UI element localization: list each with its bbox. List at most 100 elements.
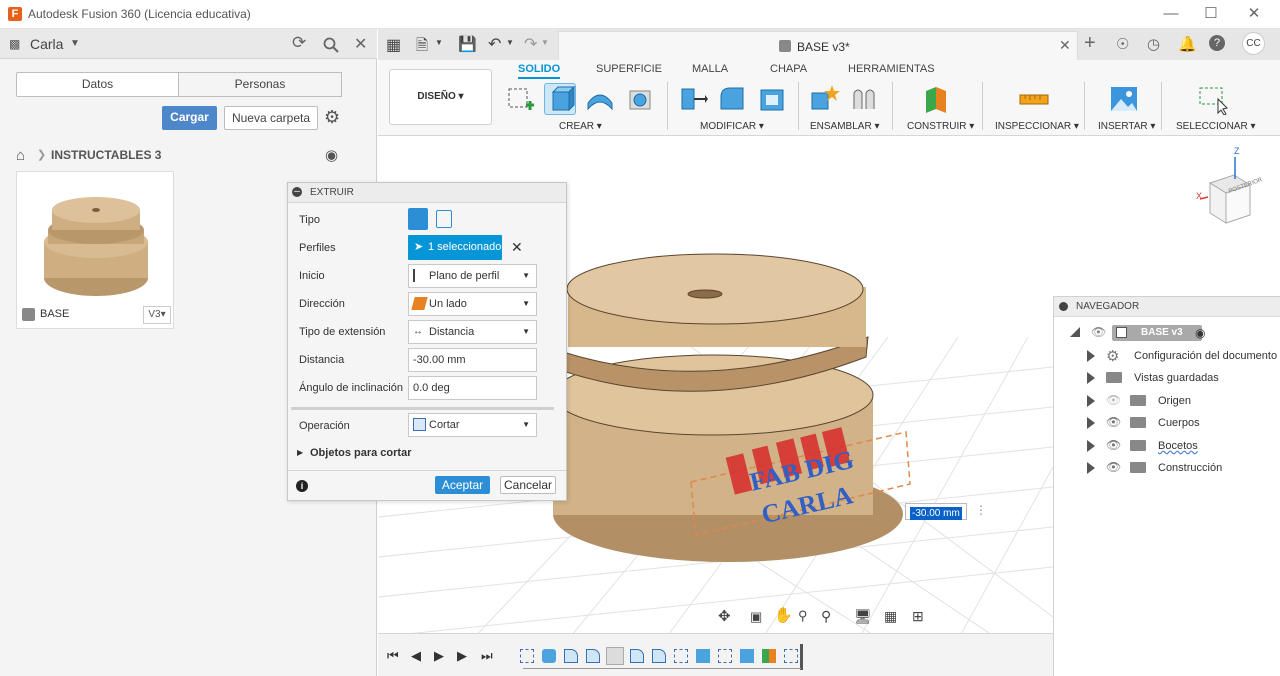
- expand-icon[interactable]: [1070, 327, 1080, 337]
- upload-button[interactable]: Cargar: [162, 106, 217, 130]
- go-to-start-icon[interactable]: ⏮: [387, 648, 399, 664]
- undo-chevron-icon[interactable]: ▼: [506, 38, 514, 47]
- objects-to-cut-toggle[interactable]: Objetos para cortar: [310, 447, 411, 459]
- file-chevron-icon[interactable]: ▼: [435, 38, 443, 47]
- group-construir[interactable]: CONSTRUIR ▾: [907, 121, 974, 132]
- redo-icon[interactable]: ↷: [524, 34, 537, 54]
- play-icon[interactable]: ▶: [434, 648, 444, 664]
- close-tab-icon[interactable]: ✕: [1059, 37, 1071, 54]
- expand-icon[interactable]: [1087, 440, 1095, 452]
- fit-icon[interactable]: ⚲: [821, 608, 831, 625]
- eye-icon[interactable]: 👁: [1106, 460, 1121, 474]
- user-avatar[interactable]: CC: [1242, 32, 1265, 55]
- group-modificar[interactable]: MODIFICAR ▾: [700, 121, 764, 132]
- profiles-selection[interactable]: ➤ 1 seleccionado: [408, 235, 502, 260]
- timeline-features[interactable]: [518, 647, 808, 665]
- timeline-marker[interactable]: [800, 644, 803, 670]
- project-user-name[interactable]: Carla: [30, 36, 63, 52]
- group-ensamblar[interactable]: ENSAMBLAR ▾: [810, 121, 880, 132]
- expand-icon[interactable]: [1087, 462, 1095, 474]
- sketch-feature-icon[interactable]: [784, 649, 798, 663]
- zoom-icon[interactable]: ⚲: [798, 608, 808, 624]
- joint-icon[interactable]: [848, 83, 880, 115]
- tab-datos[interactable]: Datos: [16, 72, 179, 97]
- job-status-icon[interactable]: ◷: [1147, 35, 1160, 53]
- navigator-root[interactable]: 👁 BASE v3 ◉: [1054, 322, 1280, 344]
- fillet-feature-icon[interactable]: [564, 649, 578, 663]
- distance-input-inline[interactable]: -30.00 mm: [905, 503, 967, 520]
- insert-image-icon[interactable]: [1108, 83, 1140, 115]
- new-component-icon[interactable]: [808, 83, 840, 115]
- pan-icon[interactable]: ✋: [774, 606, 793, 624]
- navigator-item[interactable]: 👁 Origen: [1054, 390, 1280, 412]
- design-thumbnail-card[interactable]: BASE V3▾: [16, 171, 174, 329]
- hole-icon[interactable]: [624, 83, 656, 115]
- undo-icon[interactable]: ↶: [488, 34, 501, 54]
- measure-icon[interactable]: [1018, 83, 1050, 115]
- gear-icon[interactable]: ⚙: [324, 107, 340, 128]
- expand-triangle-icon[interactable]: ▶: [297, 448, 303, 457]
- notifications-icon[interactable]: 🔔: [1178, 35, 1197, 53]
- new-folder-button[interactable]: Nueva carpeta: [224, 106, 318, 130]
- collapse-icon[interactable]: –: [292, 187, 302, 197]
- close-window-button[interactable]: ✕: [1234, 2, 1274, 26]
- tab-chapa[interactable]: CHAPA: [770, 63, 807, 75]
- eye-icon[interactable]: 👁: [1106, 415, 1121, 429]
- type-thin-extrude-icon[interactable]: [436, 210, 452, 228]
- start-dropdown[interactable]: Plano de perfil ▼: [408, 264, 537, 288]
- breadcrumb[interactable]: INSTRUCTABLES 3: [51, 148, 161, 162]
- sketch-feature-icon[interactable]: [718, 649, 732, 663]
- eye-hidden-icon[interactable]: 👁: [1106, 393, 1121, 407]
- refresh-icon[interactable]: ⟳: [292, 33, 306, 53]
- distance-input[interactable]: -30.00 mm: [408, 348, 537, 372]
- tab-superficie[interactable]: SUPERFICIE: [596, 63, 662, 75]
- navigator-item[interactable]: Vistas guardadas: [1054, 367, 1280, 389]
- revolve-icon[interactable]: [584, 83, 616, 115]
- sketch-icon[interactable]: [504, 83, 536, 115]
- search-icon[interactable]: [323, 37, 339, 53]
- globe-icon[interactable]: ◉: [325, 146, 338, 164]
- selected-feature-icon[interactable]: [606, 647, 624, 665]
- go-to-end-icon[interactable]: ⏭: [481, 648, 493, 664]
- construct-plane-icon[interactable]: [922, 83, 954, 115]
- extrude-feature-icon[interactable]: [740, 649, 754, 663]
- step-back-icon[interactable]: ◀: [411, 648, 421, 664]
- ok-button[interactable]: Aceptar: [435, 476, 490, 494]
- info-icon[interactable]: i: [296, 480, 308, 492]
- grid-settings-icon[interactable]: ▦: [884, 608, 897, 625]
- clear-selection-icon[interactable]: ✕: [511, 239, 523, 256]
- navigator-header[interactable]: NAVEGADOR: [1054, 297, 1280, 317]
- fillet-feature-icon[interactable]: [630, 649, 644, 663]
- group-crear[interactable]: CREAR ▾: [559, 121, 602, 132]
- save-icon[interactable]: 💾: [458, 35, 477, 53]
- step-forward-icon[interactable]: ▶: [457, 648, 467, 664]
- group-seleccionar[interactable]: SELECCIONAR ▾: [1176, 121, 1256, 132]
- navigator-item[interactable]: ⚙ Configuración del documento: [1054, 345, 1280, 367]
- navigator-item[interactable]: 👁 Cuerpos: [1054, 412, 1280, 434]
- tab-malla[interactable]: MALLA: [692, 63, 728, 75]
- expand-icon[interactable]: [1087, 395, 1095, 407]
- orbit-icon[interactable]: ✥: [718, 607, 731, 625]
- direction-dropdown[interactable]: Un lado ▼: [408, 292, 537, 316]
- select-window-icon[interactable]: [1196, 83, 1228, 116]
- extrude-icon[interactable]: [544, 83, 576, 115]
- shell-icon[interactable]: [756, 83, 788, 115]
- extensions-icon[interactable]: ☉: [1116, 35, 1129, 53]
- dialog-header[interactable]: – EXTRUIR: [288, 183, 566, 203]
- sketch-feature-icon[interactable]: [674, 649, 688, 663]
- workspace-dropdown[interactable]: DISEÑO ▾: [389, 69, 492, 125]
- help-icon[interactable]: ?: [1209, 35, 1225, 51]
- eye-icon[interactable]: 👁: [1106, 438, 1121, 452]
- minimize-button[interactable]: —: [1151, 2, 1191, 26]
- group-insertar[interactable]: INSERTAR ▾: [1098, 121, 1155, 132]
- collapse-navigator-icon[interactable]: [1059, 302, 1068, 311]
- fillet-icon[interactable]: [716, 83, 748, 115]
- fillet-feature-icon[interactable]: [586, 649, 600, 663]
- extrude-feature-icon[interactable]: [696, 649, 710, 663]
- expand-icon[interactable]: [1087, 350, 1095, 362]
- grid-menu-icon[interactable]: ▦: [386, 35, 401, 55]
- chevron-down-icon[interactable]: ▼: [70, 38, 80, 49]
- more-options-icon[interactable]: ⋮: [975, 503, 987, 517]
- press-pull-icon[interactable]: [676, 83, 708, 115]
- sketch-feature-icon[interactable]: [520, 649, 534, 663]
